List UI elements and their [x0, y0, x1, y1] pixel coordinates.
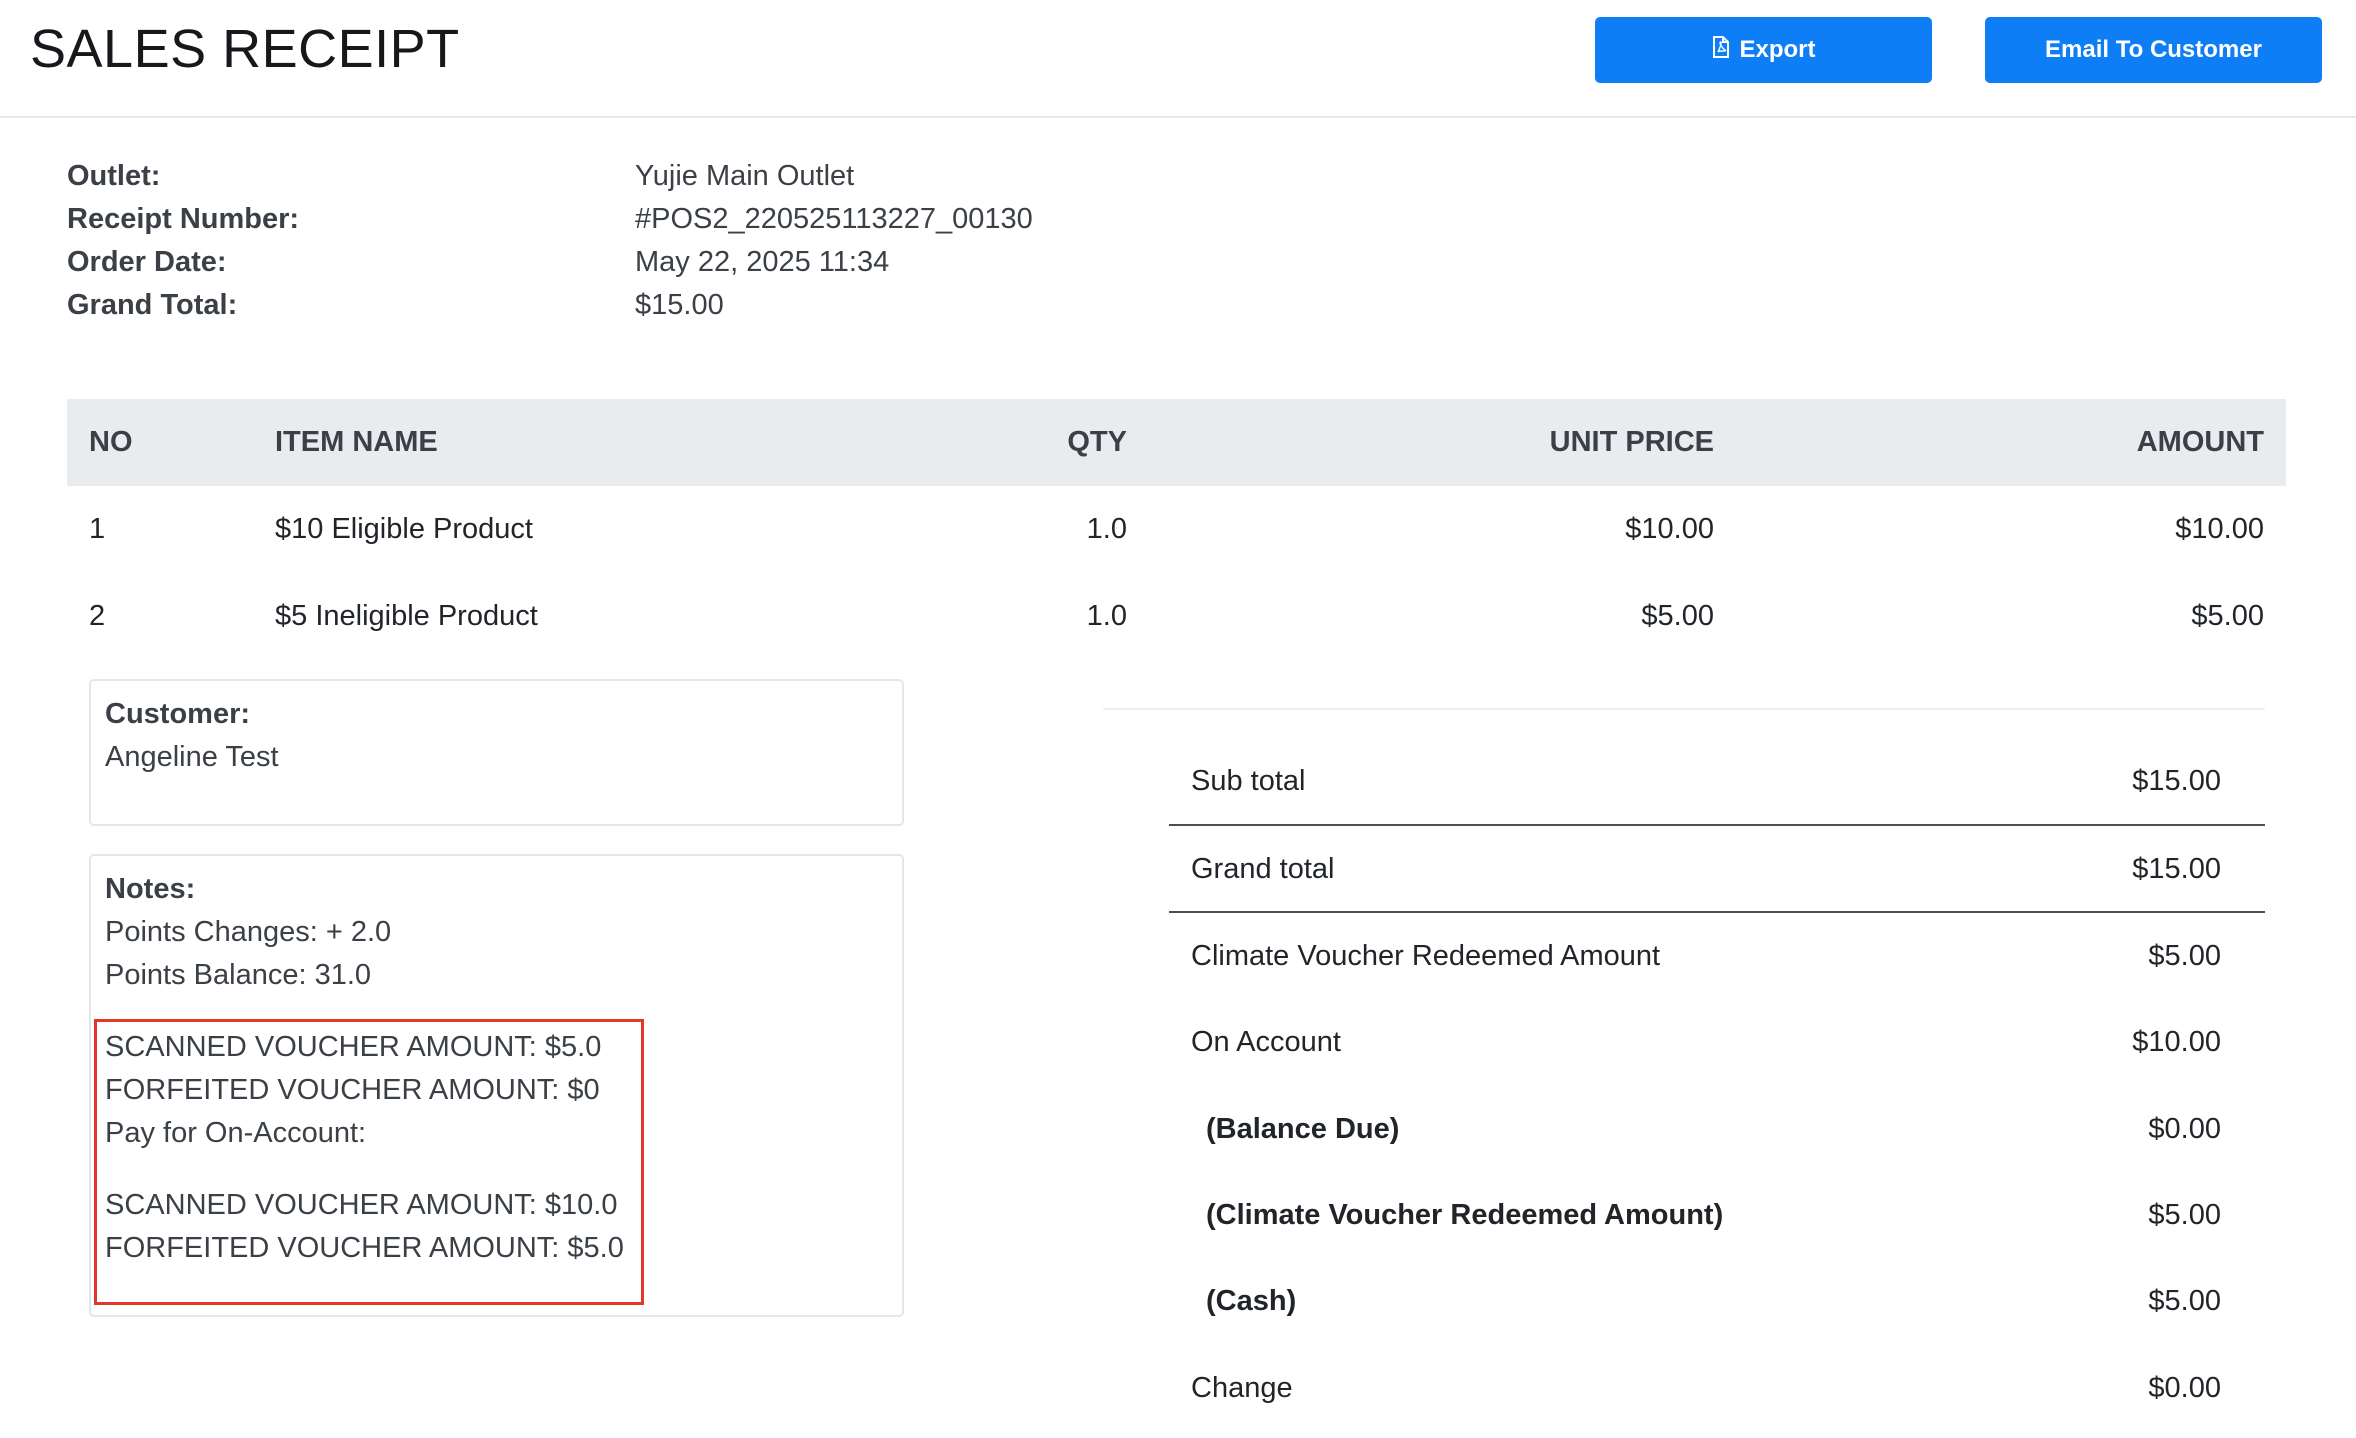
- page-header: SALES RECEIPT Export Email To Customer: [0, 0, 2356, 118]
- summary-row-subtotal: Sub total $15.00: [1169, 761, 2243, 801]
- summary-row-grand-total: Grand total $15.00: [1169, 849, 2243, 889]
- customer-label: Customer:: [105, 698, 251, 730]
- column-header-unit-price: UNIT PRICE: [1549, 426, 1714, 458]
- summary-label: (Balance Due): [1206, 1113, 1400, 1145]
- info-label: Grand Total:: [67, 289, 238, 321]
- column-header-item-name: ITEM NAME: [275, 426, 438, 458]
- info-label: Order Date:: [67, 246, 227, 278]
- summary-label: (Cash): [1206, 1285, 1297, 1317]
- page-title: SALES RECEIPT: [30, 19, 460, 79]
- summary-label: On Account: [1191, 1026, 1341, 1058]
- customer-name: Angeline Test: [105, 741, 279, 773]
- summary-value: $5.00: [2148, 1199, 2221, 1231]
- summary-value: $0.00: [2148, 1113, 2221, 1145]
- summary-row-climate-voucher-sub: (Climate Voucher Redeemed Amount) $5.00: [1169, 1195, 2243, 1235]
- info-value: #POS2_220525113227_00130: [635, 203, 1033, 235]
- column-header-no: NO: [89, 426, 133, 458]
- info-value: May 22, 2025 11:34: [635, 246, 890, 278]
- summary-row-cash: (Cash) $5.00: [1169, 1281, 2243, 1321]
- summary-row-balance-due: (Balance Due) $0.00: [1169, 1109, 2243, 1149]
- cell-item-name: $10 Eligible Product: [275, 513, 533, 545]
- email-to-customer-button[interactable]: Email To Customer: [1985, 17, 2322, 83]
- cell-no: 2: [89, 600, 106, 632]
- cell-qty: 1.0: [1086, 513, 1127, 545]
- points-changes: Points Changes: + 2.0: [105, 916, 392, 948]
- pdf-file-icon: [1711, 35, 1731, 66]
- summary-row-climate-voucher: Climate Voucher Redeemed Amount $5.00: [1169, 936, 2243, 976]
- column-header-qty: QTY: [1067, 426, 1127, 458]
- summary-value: $5.00: [2148, 1285, 2221, 1317]
- cell-no: 1: [89, 513, 106, 545]
- summary-value: $5.00: [2148, 940, 2221, 972]
- summary-label: Grand total: [1191, 853, 1335, 885]
- table-row: 2 $5 Ineligible Product 1.0 $5.00 $5.00: [67, 573, 2286, 660]
- column-header-amount: AMOUNT: [2136, 426, 2264, 458]
- info-value: Yujie Main Outlet: [635, 160, 855, 192]
- cell-amount: $5.00: [2191, 600, 2264, 632]
- summary-row-on-account: On Account $10.00: [1169, 1022, 2243, 1062]
- summary-value: $0.00: [2148, 1372, 2221, 1404]
- email-button-label: Email To Customer: [2045, 36, 2262, 63]
- summary-value: $15.00: [2132, 853, 2221, 885]
- summary-label: Climate Voucher Redeemed Amount: [1191, 940, 1661, 972]
- items-table: NO ITEM NAME QTY UNIT PRICE AMOUNT 1 $10…: [67, 399, 2286, 660]
- cell-unit-price: $10.00: [1625, 513, 1714, 545]
- summary-value: $15.00: [2132, 765, 2221, 797]
- cell-unit-price: $5.00: [1641, 600, 1714, 632]
- notes-label: Notes:: [105, 873, 196, 905]
- summary-divider: [1103, 708, 2265, 710]
- export-button-label: Export: [1739, 36, 1816, 63]
- summary-separator: [1169, 824, 2265, 826]
- cell-amount: $10.00: [2175, 513, 2264, 545]
- summary-label: (Climate Voucher Redeemed Amount): [1206, 1199, 1724, 1231]
- cell-item-name: $5 Ineligible Product: [275, 600, 538, 632]
- points-balance: Points Balance: 31.0: [105, 959, 372, 991]
- summary-value: $10.00: [2132, 1026, 2221, 1058]
- summary-separator: [1169, 911, 2265, 913]
- info-value: $15.00: [635, 289, 724, 321]
- summary-row-change: Change $0.00: [1169, 1368, 2243, 1408]
- customer-card: Customer: Angeline Test: [89, 679, 904, 826]
- info-label: Outlet:: [67, 160, 161, 192]
- info-label: Receipt Number:: [67, 203, 300, 235]
- table-row: 1 $10 Eligible Product 1.0 $10.00 $10.00: [67, 486, 2286, 573]
- cell-qty: 1.0: [1086, 600, 1127, 632]
- highlight-box: [94, 1019, 644, 1305]
- export-button[interactable]: Export: [1595, 17, 1932, 83]
- summary-label: Change: [1191, 1372, 1293, 1404]
- summary-label: Sub total: [1191, 765, 1306, 797]
- table-header: NO ITEM NAME QTY UNIT PRICE AMOUNT: [67, 399, 2286, 486]
